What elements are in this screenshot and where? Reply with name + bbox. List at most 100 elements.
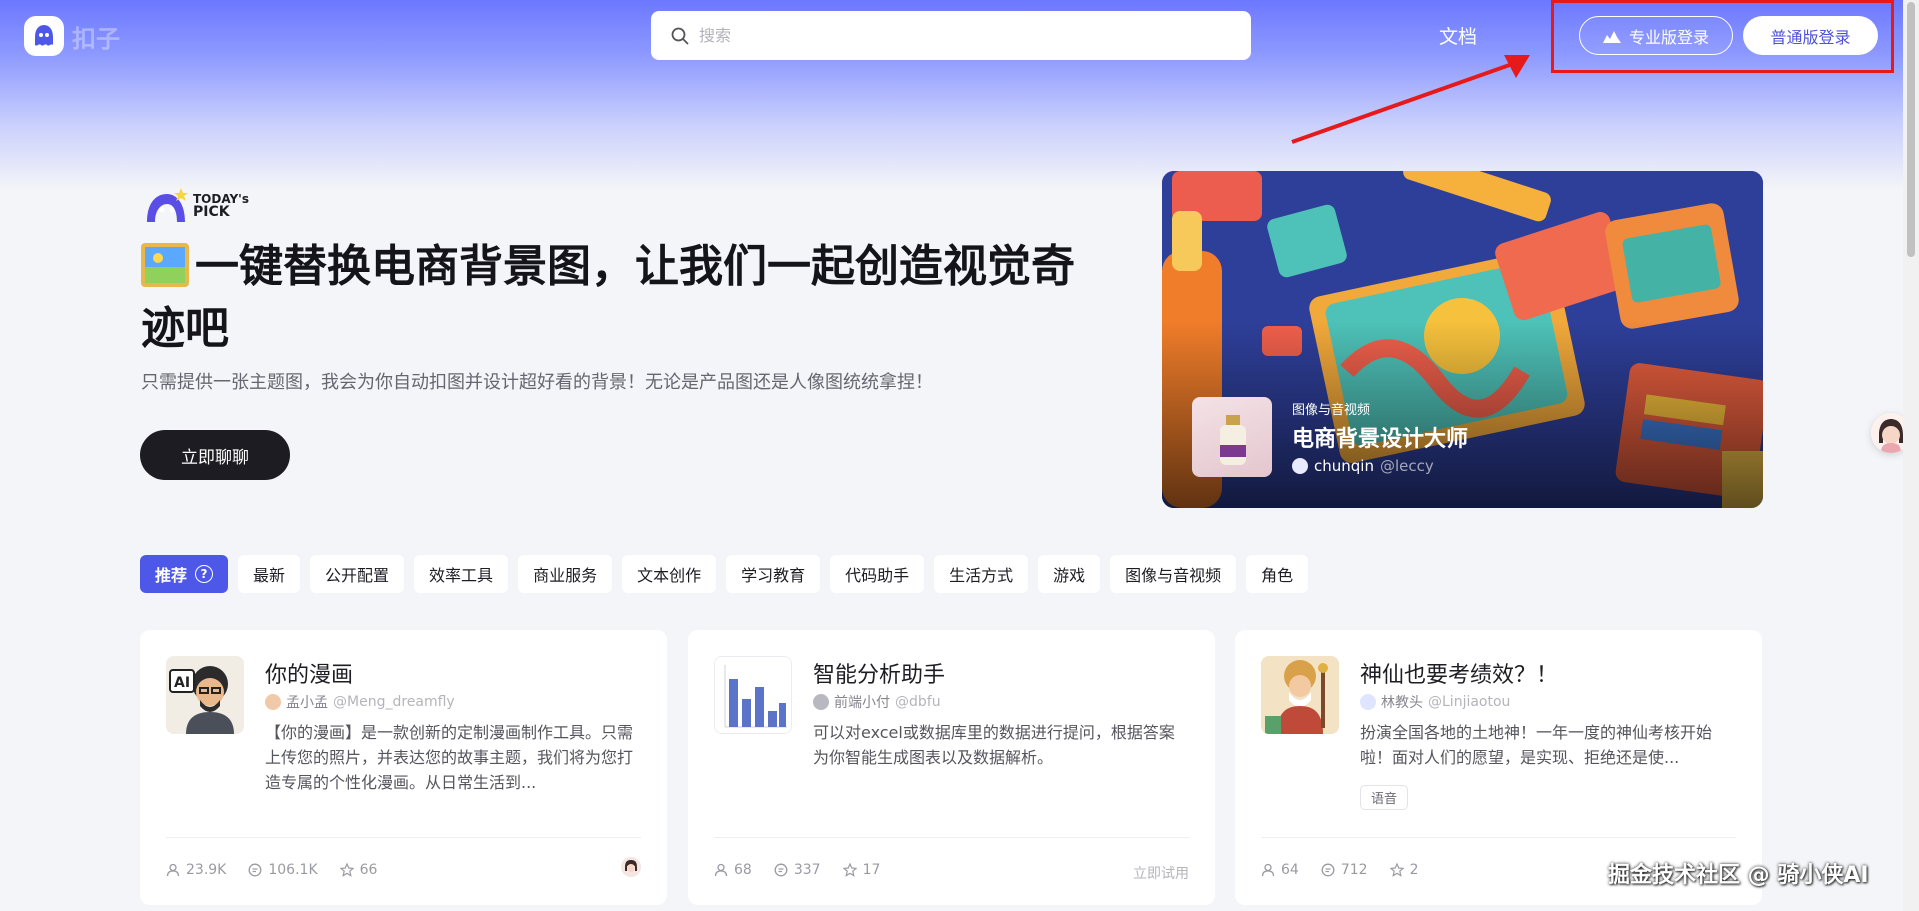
favorites-count: 66 bbox=[359, 862, 378, 878]
svg-text:AI: AI bbox=[174, 675, 190, 691]
card-author: 孟小孟 @Meng_dreamfly bbox=[265, 692, 455, 712]
card-description: 扮演全国各地的土地神！一年一度的神仙考核开始啦！面对人们的愿望，是实现、拒绝还是… bbox=[1360, 723, 1713, 767]
featured-author-avatar bbox=[1292, 458, 1308, 474]
tab-recommend[interactable]: 推荐 ? bbox=[140, 555, 229, 593]
tab-label: 推荐 bbox=[155, 566, 188, 585]
featured-category: 图像与音视频 bbox=[1292, 403, 1371, 418]
author-handle: @dbfu bbox=[895, 694, 941, 710]
tab-games[interactable]: 游戏 bbox=[1038, 555, 1101, 593]
users-count: 68 bbox=[734, 862, 752, 878]
favorites-stat: 17 bbox=[842, 862, 881, 878]
normal-login-button[interactable]: 普通版登录 bbox=[1743, 16, 1878, 55]
favorites-count: 17 bbox=[862, 862, 881, 878]
card-thumbnail bbox=[1261, 656, 1339, 734]
users-count: 64 bbox=[1281, 862, 1299, 878]
annotation-arrow bbox=[1291, 55, 1530, 144]
card-divider bbox=[1261, 837, 1736, 838]
scrollbar-thumb[interactable] bbox=[1907, 2, 1915, 257]
user-icon bbox=[714, 863, 728, 877]
card-description: 【你的漫画】是一款创新的定制漫画制作工具。只需上传您的照片，并表达您的故事主题，… bbox=[265, 723, 634, 792]
comments-stat: 712 bbox=[1321, 862, 1368, 878]
tab-business[interactable]: 商业服务 bbox=[518, 555, 613, 593]
author-avatar bbox=[265, 694, 281, 710]
search-bar[interactable] bbox=[651, 11, 1251, 60]
tab-productivity[interactable]: 效率工具 bbox=[414, 555, 509, 593]
card-title: 你的漫画 bbox=[265, 663, 354, 688]
card-user-avatar bbox=[621, 857, 641, 877]
card-divider bbox=[714, 837, 1189, 838]
question-circle-icon[interactable]: ? bbox=[195, 565, 214, 583]
featured-author-name: chunqin bbox=[1314, 457, 1374, 475]
card-tag: 语音 bbox=[1360, 785, 1409, 810]
author-name: 林教头 bbox=[1381, 695, 1423, 711]
star-icon bbox=[1389, 863, 1404, 877]
tab-characters[interactable]: 角色 bbox=[1246, 555, 1309, 593]
featured-bot-card[interactable]: 图像与音视频 电商背景设计大师 chunqin @leccy bbox=[1162, 171, 1763, 508]
tab-lifestyle[interactable]: 生活方式 bbox=[934, 555, 1029, 593]
comments-stat: 106.1K bbox=[248, 862, 318, 878]
logo-icon bbox=[24, 16, 64, 56]
tab-writing[interactable]: 文本创作 bbox=[622, 555, 717, 593]
author-name: 孟小孟 bbox=[286, 695, 328, 711]
search-icon bbox=[671, 27, 689, 44]
logo[interactable]: 扣子 bbox=[24, 16, 120, 56]
author-avatar bbox=[813, 694, 829, 710]
card-stats: 68 337 17 bbox=[714, 862, 880, 878]
hero-description: 只需提供一张主题图，我会为你自动扣图并设计超好看的背景！无论是产品图还是人像图统… bbox=[141, 372, 933, 393]
chat-now-button[interactable]: 立即聊聊 bbox=[140, 430, 290, 480]
header: 扣子 文档 专业版登录 普通版登录 bbox=[0, 0, 1919, 144]
favorites-stat: 66 bbox=[339, 862, 378, 878]
card-divider bbox=[166, 837, 641, 838]
bot-card[interactable]: 智能分析助手 前端小付 @dbfu 可以对excel或数据库里的数据进行提问，根… bbox=[688, 630, 1215, 905]
search-input[interactable] bbox=[699, 26, 1219, 45]
tab-education[interactable]: 学习教育 bbox=[726, 555, 821, 593]
tab-image-video[interactable]: 图像与音视频 bbox=[1110, 555, 1237, 593]
comment-icon bbox=[1321, 863, 1335, 877]
author-avatar bbox=[1360, 694, 1376, 710]
pro-login-button[interactable]: 专业版登录 bbox=[1579, 16, 1733, 55]
featured-name: 电商背景设计大师 bbox=[1292, 427, 1469, 452]
watermark: 掘金技术社区 @ 骑小侠AI bbox=[1608, 863, 1869, 888]
card-stats: 64 712 2 bbox=[1261, 862, 1418, 878]
chart-mountain-icon bbox=[1602, 30, 1621, 43]
card-description: 可以对excel或数据库里的数据进行提问，根据答案为你智能生成图表以及数据解析。 bbox=[813, 723, 1175, 767]
picture-emoji-icon bbox=[141, 243, 189, 287]
comments-count: 712 bbox=[1340, 862, 1368, 878]
author-handle: @Linjiaotou bbox=[1428, 694, 1511, 710]
author-name: 前端小付 bbox=[834, 695, 890, 711]
users-stat: 68 bbox=[714, 862, 752, 878]
comment-icon bbox=[248, 863, 262, 877]
star-icon bbox=[339, 863, 354, 877]
users-stat: 23.9K bbox=[166, 862, 226, 878]
tab-code[interactable]: 代码助手 bbox=[830, 555, 925, 593]
users-count: 23.9K bbox=[186, 862, 227, 878]
pro-login-label: 专业版登录 bbox=[1628, 27, 1709, 47]
hero-title: 一键替换电商背景图，让我们一起创造视觉奇迹吧 bbox=[141, 236, 1081, 360]
card-thumbnail: AI bbox=[166, 656, 244, 734]
card-author: 林教头 @Linjiaotou bbox=[1360, 692, 1510, 712]
card-title: 神仙也要考绩效？！ bbox=[1360, 663, 1559, 688]
card-author: 前端小付 @dbfu bbox=[813, 692, 941, 712]
todays-pick-icon bbox=[147, 188, 188, 222]
favorites-count: 2 bbox=[1409, 862, 1419, 878]
card-title: 智能分析助手 bbox=[813, 663, 946, 688]
hero-title-text: 一键替换电商背景图，让我们一起创造视觉奇迹吧 bbox=[141, 241, 1075, 354]
users-stat: 64 bbox=[1261, 862, 1299, 878]
bot-card[interactable]: AI 你的漫画 孟小孟 @Meng_dreamfly 【你的漫画】是一款创新的定… bbox=[140, 630, 667, 905]
comments-count: 337 bbox=[793, 862, 821, 878]
user-icon bbox=[1261, 863, 1275, 877]
logo-text: 扣子 bbox=[72, 24, 120, 53]
category-tabs: 推荐 ? 最新 公开配置 效率工具 商业服务 文本创作 学习教育 代码助手 生活… bbox=[140, 555, 1309, 593]
star-icon bbox=[842, 863, 857, 877]
featured-author: chunqin @leccy bbox=[1292, 457, 1434, 475]
card-stats: 23.9K 106.1K 66 bbox=[166, 862, 377, 878]
try-now-link[interactable]: 立即试用 bbox=[1133, 863, 1189, 883]
todays-pick-badge: TODAY's PICK bbox=[143, 188, 249, 224]
comments-count: 106.1K bbox=[268, 862, 318, 878]
tab-latest[interactable]: 最新 bbox=[238, 555, 301, 593]
comments-stat: 337 bbox=[774, 862, 821, 878]
comment-icon bbox=[774, 863, 788, 877]
card-thumbnail bbox=[714, 656, 792, 734]
tab-public-config[interactable]: 公开配置 bbox=[310, 555, 405, 593]
docs-link[interactable]: 文档 bbox=[1439, 22, 1477, 49]
